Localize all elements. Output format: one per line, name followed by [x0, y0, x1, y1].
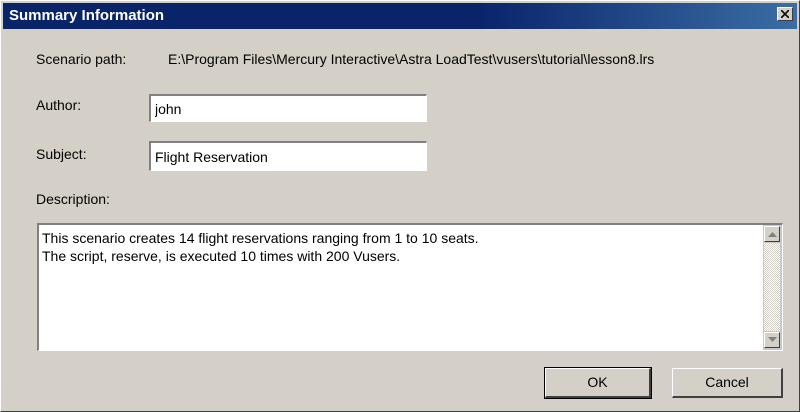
scroll-down-button[interactable]	[764, 332, 780, 348]
ok-button[interactable]: OK	[544, 367, 652, 399]
description-text[interactable]: This scenario creates 14 flight reservat…	[42, 229, 760, 265]
cancel-button[interactable]: Cancel	[672, 368, 783, 398]
description-textarea[interactable]: This scenario creates 14 flight reservat…	[37, 223, 783, 351]
arrow-down-icon	[768, 337, 777, 342]
arrow-up-icon	[768, 232, 777, 237]
subject-field[interactable]	[149, 141, 427, 171]
summary-dialog: Summary Information Scenario path: E:\Pr…	[0, 0, 800, 412]
scroll-up-button[interactable]	[764, 226, 780, 242]
scroll-track[interactable]	[764, 243, 780, 331]
description-label: Description:	[36, 191, 110, 207]
title-bar[interactable]: Summary Information	[3, 3, 797, 29]
close-button[interactable]	[777, 7, 793, 21]
subject-label: Subject:	[36, 146, 87, 162]
description-scrollbar[interactable]	[763, 225, 782, 350]
scenario-path-value: E:\Program Files\Mercury Interactive\Ast…	[168, 51, 655, 67]
dialog-title: Summary Information	[9, 7, 165, 24]
close-icon	[781, 10, 789, 18]
author-field[interactable]	[149, 94, 427, 122]
scenario-path-label: Scenario path:	[36, 51, 127, 67]
author-label: Author:	[36, 97, 82, 113]
